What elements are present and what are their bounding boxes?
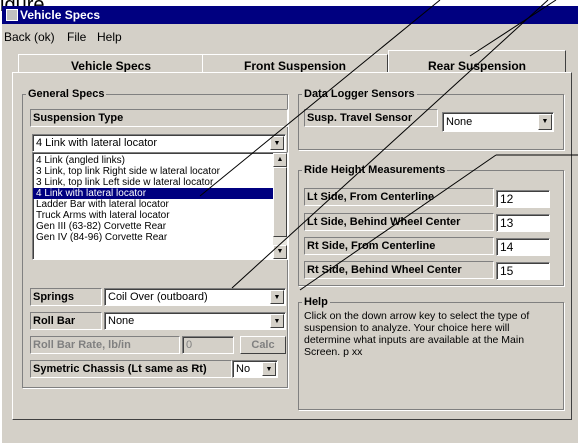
callout-line [199,0,441,197]
callout-line [231,0,549,289]
annotation-lines [199,0,578,291]
callout-line [469,0,557,57]
callout-line [299,154,497,291]
